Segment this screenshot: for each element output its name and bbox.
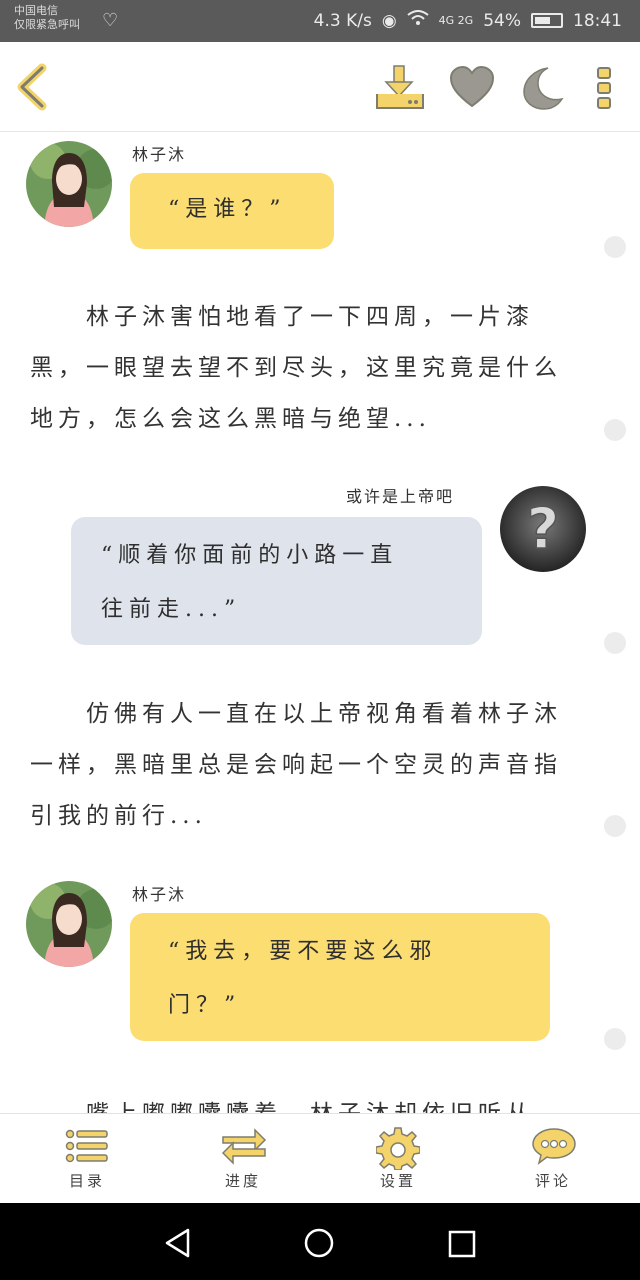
download-button[interactable] — [374, 64, 426, 112]
comment-icon — [532, 1128, 576, 1165]
favorite-button[interactable] — [448, 64, 496, 112]
net-speed: 4.3 K/s — [313, 10, 372, 31]
nav-label: 评论 — [534, 1172, 571, 1190]
health-icon: ♡ — [102, 10, 119, 31]
nav-comments[interactable]: 评论 — [503, 1114, 603, 1204]
nav-label: 设置 — [379, 1172, 416, 1190]
download-icon — [376, 65, 424, 109]
paragraph-comment-dot[interactable] — [604, 815, 626, 837]
narration-paragraph: 林子沐害怕地看了一下四周，一片漆黑，一眼望去望不到尽头，这里究竟是什么地方，怎么… — [30, 304, 562, 432]
recents-square-icon[interactable] — [447, 1229, 477, 1259]
eye-icon: ◉ — [381, 10, 397, 31]
nav-catalog[interactable]: 目录 — [37, 1114, 137, 1204]
story-content[interactable]: 林子沐 “是谁？” 林子沐害怕地看了一下四周，一片漆黑，一眼望去望不到尽头，这里… — [0, 133, 640, 1113]
list-icon — [65, 1129, 108, 1163]
swap-arrows-icon — [221, 1128, 267, 1165]
dialogue-bubble[interactable]: “我去，要不要这么邪 门？” — [130, 913, 550, 1041]
battery-icon — [531, 13, 563, 28]
dialogue-text: “是谁？” — [168, 197, 287, 222]
narration-paragraph: 嘴上嘟嘟囔囔着，林子沐却依旧听从 — [30, 1089, 582, 1113]
paragraph-comment-dot[interactable] — [604, 419, 626, 441]
heart-icon — [449, 65, 495, 108]
bottom-nav: 目录 进度 设置 评论 — [0, 1113, 640, 1203]
clock: 18:41 — [573, 10, 622, 31]
back-button[interactable] — [14, 62, 54, 112]
svg-text:?: ? — [527, 497, 559, 562]
more-vertical-icon — [597, 67, 611, 109]
avatar-unknown[interactable]: ? — [500, 486, 586, 572]
dialogue-text-line: 门？” — [168, 993, 242, 1018]
avatar-linzimu[interactable] — [26, 881, 112, 967]
nav-settings[interactable]: 设置 — [348, 1114, 448, 1204]
more-button[interactable] — [592, 64, 616, 112]
speaker-name: 林子沐 — [132, 145, 187, 164]
reader-toolbar — [0, 42, 640, 132]
dialogue-text-line: “我去，要不要这么邪 — [168, 939, 438, 964]
paragraph-comment-dot[interactable] — [604, 632, 626, 654]
paragraph-comment-dot[interactable] — [604, 236, 626, 258]
night-mode-button[interactable] — [518, 64, 566, 112]
carrier-name: 中国电信 — [14, 4, 58, 17]
status-bar: 中国电信 仅限紧急呼叫 ♡ 4.3 K/s ◉ 4G 2G 54% 18:41 — [0, 0, 640, 42]
gear-icon — [376, 1127, 420, 1170]
back-triangle-icon[interactable] — [162, 1227, 194, 1259]
nav-progress[interactable]: 进度 — [193, 1114, 293, 1204]
moon-icon — [523, 67, 564, 110]
battery-percent: 54% — [483, 10, 521, 31]
status-right: 4.3 K/s ◉ 4G 2G 54% 18:41 — [314, 10, 622, 31]
dialogue-bubble[interactable]: “顺着你面前的小路一直 往前走...” — [71, 517, 482, 645]
system-navigation-bar — [0, 1203, 640, 1280]
signal-indicator: 4G 2G — [438, 14, 474, 27]
nav-label: 进度 — [224, 1172, 261, 1190]
chevron-left-icon — [17, 63, 47, 111]
speaker-name: 或许是上帝吧 — [346, 487, 455, 506]
paragraph-comment-dot[interactable] — [604, 1028, 626, 1050]
avatar-linzimu[interactable] — [26, 141, 112, 227]
emergency-only: 仅限紧急呼叫 — [14, 18, 80, 31]
dialogue-bubble[interactable]: “是谁？” — [130, 173, 334, 249]
wifi-icon — [407, 10, 429, 31]
narration-paragraph: 仿佛有人一直在以上帝视角看着林子沐一样，黑暗里总是会响起一个空灵的声音指引我的前… — [30, 701, 562, 829]
speaker-name: 林子沐 — [132, 885, 187, 904]
carrier-info: 中国电信 仅限紧急呼叫 — [14, 4, 80, 32]
nav-label: 目录 — [68, 1172, 105, 1190]
dialogue-text-line: “顺着你面前的小路一直 — [101, 543, 399, 568]
dialogue-text-line: 往前走...” — [101, 597, 242, 622]
home-circle-icon[interactable] — [303, 1227, 335, 1259]
